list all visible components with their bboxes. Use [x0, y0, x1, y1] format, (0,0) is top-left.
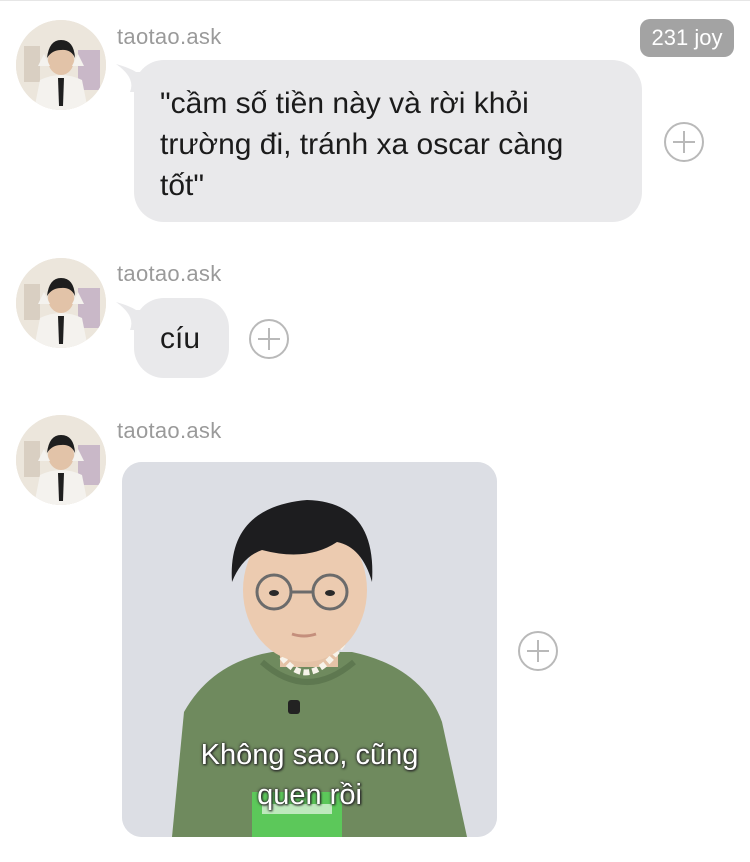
avatar-photo — [16, 415, 106, 505]
sticker-caption-line: quen rồi — [257, 779, 362, 811]
top-divider — [0, 0, 750, 1]
plus-circle-icon[interactable] — [664, 122, 704, 162]
message-text-line: tốt" — [160, 169, 205, 202]
avatar-photo — [16, 258, 106, 348]
message-text: cíu — [160, 322, 201, 355]
bubble-tail — [116, 302, 156, 330]
avatar[interactable] — [16, 415, 106, 505]
sender-name: taotao.ask — [117, 24, 222, 49]
joy-count-badge[interactable]: 231 joy — [640, 19, 734, 57]
sender-name: taotao.ask — [117, 261, 222, 286]
message-bubble[interactable]: "cầm số tiền này và rời khỏi trường đi, … — [116, 60, 642, 222]
sticker-image[interactable]: Không sao, cũng quen rồi — [122, 462, 497, 837]
sender-name: taotao.ask — [117, 418, 222, 443]
message-bubble[interactable]: cíu — [116, 298, 229, 378]
avatar[interactable] — [16, 20, 106, 110]
avatar[interactable] — [16, 258, 106, 348]
avatar-photo — [16, 20, 106, 110]
bubble-tail — [116, 64, 156, 92]
plus-circle-icon[interactable] — [249, 319, 289, 359]
plus-circle-icon[interactable] — [518, 631, 558, 671]
sticker-caption-line: Không sao, cũng — [200, 739, 419, 771]
message-text-line: "cầm số tiền này và rời khỏi — [160, 87, 529, 120]
message-text-line: trường đi, tránh xa oscar càng — [160, 128, 564, 161]
